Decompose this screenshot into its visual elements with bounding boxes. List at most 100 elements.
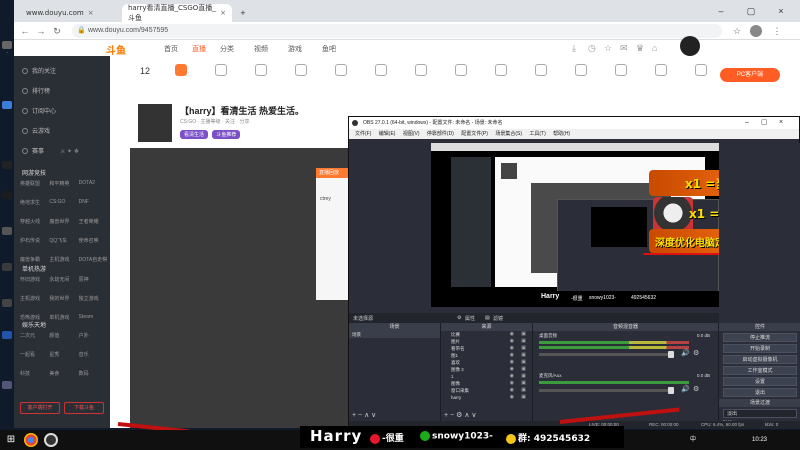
add-icon[interactable]: +	[352, 412, 356, 419]
menu-view[interactable]: 视图(V)	[403, 131, 420, 137]
sidebar-link[interactable]: DOTA2	[79, 180, 108, 187]
stop-streaming-button[interactable]: 停止推流	[723, 333, 797, 342]
category-item[interactable]	[566, 62, 596, 78]
desktop-icon[interactable]	[0, 330, 14, 346]
nav-video[interactable]: 视频	[254, 44, 268, 54]
menu-docks[interactable]: 停靠部件(D)	[427, 131, 454, 137]
sidebar-link[interactable]: 一起看	[20, 351, 49, 358]
source-item[interactable]: 图像 2 ◉ ▣	[441, 366, 532, 373]
filter-icon[interactable]: ▤	[485, 315, 490, 321]
desktop-icon[interactable]	[0, 262, 14, 278]
sidebar-link[interactable]: 数码	[79, 370, 108, 377]
nav-yuba[interactable]: 鱼吧	[322, 44, 336, 54]
profile-avatar[interactable]	[750, 25, 762, 37]
message-icon[interactable]: ✉	[620, 43, 628, 54]
eye-icon[interactable]: ◉	[510, 387, 514, 394]
download-icon[interactable]: ⤓	[572, 43, 576, 54]
crown-icon[interactable]: ♛	[636, 43, 644, 54]
virtual-camera-button[interactable]: 启动虚拟摄像机	[723, 355, 797, 364]
close-icon[interactable]: ×	[88, 9, 94, 17]
desktop-icon[interactable]: .	[0, 40, 14, 56]
add-icon[interactable]: +	[444, 412, 448, 419]
reload-icon[interactable]: ↻	[50, 24, 64, 38]
sidebar-link[interactable]: 王者荣耀	[79, 218, 108, 225]
menu-scene-collection[interactable]: 场景集合(S)	[495, 131, 522, 137]
sidebar-link[interactable]: 穿越火线	[20, 218, 49, 225]
category-item[interactable]	[686, 62, 716, 78]
source-item[interactable]: 1 ◉ ▣	[441, 373, 532, 380]
category-item[interactable]	[646, 62, 676, 78]
download-douyu-button[interactable]: 下载斗鱼	[64, 402, 104, 414]
gift-icon[interactable]: ⌂	[652, 43, 657, 53]
tab-douyu-home[interactable]: www.douyu.com ×	[20, 4, 120, 22]
minimize-button[interactable]: –	[745, 117, 749, 129]
sidebar-link[interactable]: 我的世界	[49, 295, 78, 302]
sidebar-link[interactable]: 绝地求生	[20, 199, 49, 206]
category-item[interactable]	[446, 62, 476, 78]
volume-slider[interactable]	[539, 387, 674, 394]
desktop-icon[interactable]	[0, 190, 14, 206]
exit-button[interactable]: 退出	[723, 388, 797, 397]
sidebar-link[interactable]: 英雄联盟	[20, 180, 49, 187]
sidebar-link[interactable]: 独立游戏	[79, 295, 108, 302]
sidebar-item-cloud-game[interactable]: 云游戏	[22, 126, 50, 135]
maximize-button[interactable]: ▢	[736, 0, 766, 22]
lock-icon[interactable]: ▣	[521, 366, 526, 373]
pc-client-button[interactable]: PC客户端	[720, 68, 780, 82]
lock-icon[interactable]: ▣	[521, 380, 526, 387]
open-client-button[interactable]: 客户端打开	[20, 402, 60, 414]
properties-button[interactable]: 属性	[465, 315, 475, 322]
scene-item[interactable]: 场景	[349, 331, 440, 338]
desktop-icon[interactable]	[0, 100, 14, 116]
sidebar-link[interactable]: 户外	[79, 332, 108, 339]
up-icon[interactable]: ∧	[364, 412, 369, 419]
lock-icon[interactable]: ▣	[521, 331, 526, 338]
douyu-logo[interactable]: 斗鱼	[106, 42, 126, 57]
source-item[interactable]: harry ◉ ▣	[441, 394, 532, 401]
obs-taskbar-icon[interactable]	[44, 433, 58, 447]
down-icon[interactable]: ∨	[371, 412, 376, 419]
sidebar-item-follow[interactable]: 我的关注	[22, 66, 56, 75]
sidebar-link[interactable]: Steam	[79, 314, 108, 321]
star-icon[interactable]: ☆	[604, 43, 612, 54]
nav-live[interactable]: 直播	[192, 44, 206, 54]
sidebar-link[interactable]: QQ飞车	[49, 237, 78, 244]
desktop-icon[interactable]	[0, 160, 14, 176]
lock-icon[interactable]: ▣	[521, 387, 526, 394]
filters-button[interactable]: 滤镜	[493, 315, 503, 322]
sidebar-link[interactable]: 永劫无间	[49, 276, 78, 283]
source-item[interactable]: 比赛 ◉ ▣	[441, 331, 532, 338]
gear-icon[interactable]: ⚙	[456, 412, 462, 419]
close-icon[interactable]: ×	[220, 9, 226, 17]
lock-icon[interactable]: ▣	[521, 352, 526, 359]
source-item[interactable]: 喜欢 ◉ ▣	[441, 359, 532, 366]
lock-icon[interactable]: ▣	[521, 394, 526, 401]
category-item[interactable]	[406, 62, 436, 78]
history-icon[interactable]: ◷	[588, 43, 596, 54]
speaker-icon[interactable]: 🔊	[681, 349, 690, 357]
start-recording-button[interactable]: 开始录制	[723, 344, 797, 353]
eye-icon[interactable]: ◉	[510, 394, 514, 401]
category-item[interactable]	[606, 62, 636, 78]
room-tag[interactable]: 看清生活	[180, 130, 209, 139]
sidebar-link[interactable]: 星秀	[49, 351, 78, 358]
sidebar-link[interactable]: 炉石传说	[20, 237, 49, 244]
desktop-icon[interactable]	[0, 380, 14, 396]
source-item[interactable]: 图片 ◉ ▣	[441, 338, 532, 345]
eye-icon[interactable]: ◉	[510, 338, 514, 345]
remove-icon[interactable]: −	[358, 412, 362, 419]
settings-button[interactable]: 设置	[723, 377, 797, 386]
studio-mode-button[interactable]: 工作室模式	[723, 366, 797, 375]
sidebar-link[interactable]: 美食	[49, 370, 78, 377]
gear-icon[interactable]: ⚙	[457, 315, 461, 321]
back-icon[interactable]: ←	[18, 24, 32, 38]
sidebar-item-subscribe[interactable]: 订阅中心	[22, 106, 56, 115]
lock-icon[interactable]: ▣	[521, 359, 526, 366]
windows-start-icon[interactable]: ⊞	[4, 433, 18, 447]
category-item[interactable]	[326, 62, 356, 78]
down-icon[interactable]: ∨	[471, 412, 476, 419]
lock-icon[interactable]: ▣	[521, 345, 526, 352]
eye-icon[interactable]: ◉	[510, 359, 514, 366]
sidebar-link[interactable]: DNF	[79, 199, 108, 206]
menu-tools[interactable]: 工具(T)	[529, 131, 545, 137]
